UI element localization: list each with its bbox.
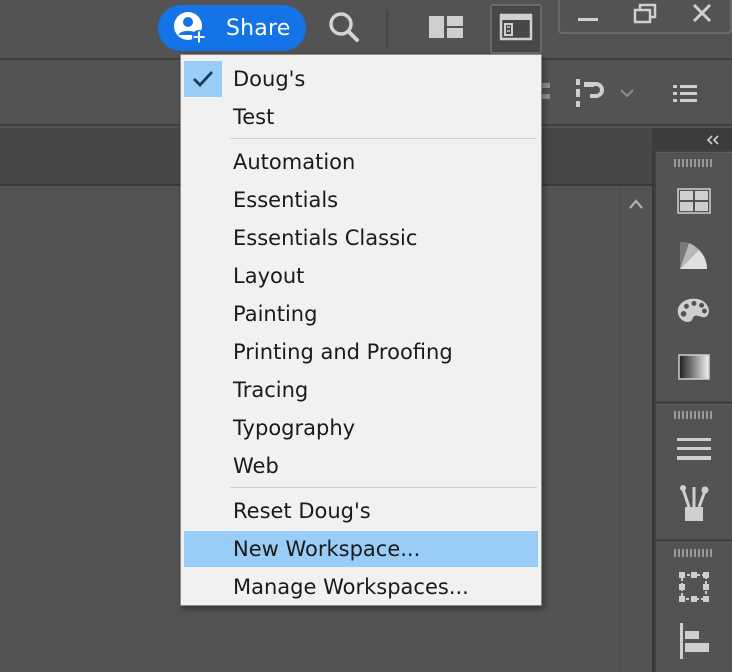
panel-group-color — [656, 152, 732, 401]
panel-group-grip[interactable] — [674, 549, 714, 557]
menu-item-label: Web — [233, 454, 279, 478]
menu-item-painting[interactable]: Painting — [184, 296, 538, 332]
restore-button[interactable] — [617, 0, 674, 32]
share-label: Share — [226, 15, 291, 41]
share-button[interactable]: Share — [158, 5, 306, 51]
palette-icon[interactable] — [676, 293, 712, 329]
app-bar: Share — [0, 0, 732, 56]
menu-item-label: Tracing — [233, 378, 309, 402]
restore-icon — [632, 3, 658, 29]
chevron-down-icon[interactable] — [616, 84, 638, 102]
arrange-documents-button[interactable] — [426, 14, 466, 44]
panel-group-grip[interactable] — [674, 411, 714, 419]
close-icon — [690, 3, 714, 29]
menu-item-label: Typography — [233, 416, 356, 440]
menu-item-label: Essentials — [233, 188, 339, 212]
distribute-icon[interactable] — [574, 76, 610, 110]
menu-item-label: Reset Doug's — [233, 499, 371, 523]
menu-item-typography[interactable]: Typography — [184, 410, 538, 446]
menu-item-label: Printing and Proofing — [233, 340, 453, 364]
menu-item-new-workspace[interactable]: New Workspace... — [184, 531, 538, 567]
menu-item-label: Test — [233, 105, 275, 129]
panel-group-stroke — [656, 404, 732, 539]
align-icon[interactable] — [540, 78, 554, 108]
search-icon — [326, 9, 362, 49]
toolbar-divider — [386, 10, 388, 48]
search-button[interactable] — [324, 9, 364, 49]
minimize-icon — [576, 4, 600, 28]
menu-item-label: Layout — [233, 264, 305, 288]
color-guide-icon[interactable] — [676, 237, 712, 273]
menu-item-manage-workspaces[interactable]: Manage Workspaces... — [184, 569, 538, 605]
vertical-scrollbar[interactable] — [620, 186, 653, 672]
illustrator-window: Share Doug's Test Automation Essentials … — [0, 0, 732, 672]
align-panel-icon[interactable] — [676, 623, 712, 659]
list-icon[interactable] — [668, 80, 702, 108]
menu-item-automation[interactable]: Automation — [184, 144, 538, 180]
double-chevron-left-icon — [706, 130, 720, 149]
menu-item-essentials-classic[interactable]: Essentials Classic — [184, 220, 538, 256]
window-controls — [558, 0, 732, 34]
workspace-switcher-button[interactable] — [490, 4, 542, 54]
menu-item-label: Essentials Classic — [233, 226, 418, 250]
scroll-up-button[interactable] — [620, 192, 652, 216]
workspace-menu: Doug's Test Automation Essentials Essent… — [180, 54, 542, 606]
transform-icon[interactable] — [676, 569, 712, 605]
minimize-button[interactable] — [560, 0, 617, 32]
close-button[interactable] — [673, 0, 730, 32]
brushes-icon[interactable] — [676, 485, 712, 521]
menu-separator — [230, 487, 537, 488]
swatches-icon[interactable] — [676, 183, 712, 219]
user-plus-icon — [172, 10, 208, 46]
menu-item-label: New Workspace... — [233, 537, 421, 561]
workspace-window-icon — [499, 13, 533, 45]
panel-group-grip[interactable] — [674, 159, 714, 167]
menu-item-label: Doug's — [233, 67, 306, 91]
menu-item-label: Manage Workspaces... — [233, 575, 469, 599]
menu-item-label: Automation — [233, 150, 356, 174]
menu-item-test[interactable]: Test — [184, 99, 538, 135]
stroke-icon[interactable] — [676, 431, 712, 467]
menu-item-tracing[interactable]: Tracing — [184, 372, 538, 408]
arrange-documents-icon — [428, 14, 464, 44]
collapse-panels-button[interactable] — [652, 128, 732, 150]
menu-item-reset-dougs[interactable]: Reset Doug's — [184, 493, 538, 529]
checkmark-icon — [184, 61, 222, 97]
panel-group-transform — [656, 542, 732, 672]
menu-item-layout[interactable]: Layout — [184, 258, 538, 294]
gradient-icon[interactable] — [676, 349, 712, 385]
menu-item-label: Painting — [233, 302, 318, 326]
menu-item-essentials[interactable]: Essentials — [184, 182, 538, 218]
menu-item-dougs[interactable]: Doug's — [184, 61, 538, 97]
chevron-up-icon — [627, 195, 645, 214]
menu-item-web[interactable]: Web — [184, 448, 538, 484]
menu-item-printing-and-proofing[interactable]: Printing and Proofing — [184, 334, 538, 370]
menu-separator — [230, 138, 537, 139]
